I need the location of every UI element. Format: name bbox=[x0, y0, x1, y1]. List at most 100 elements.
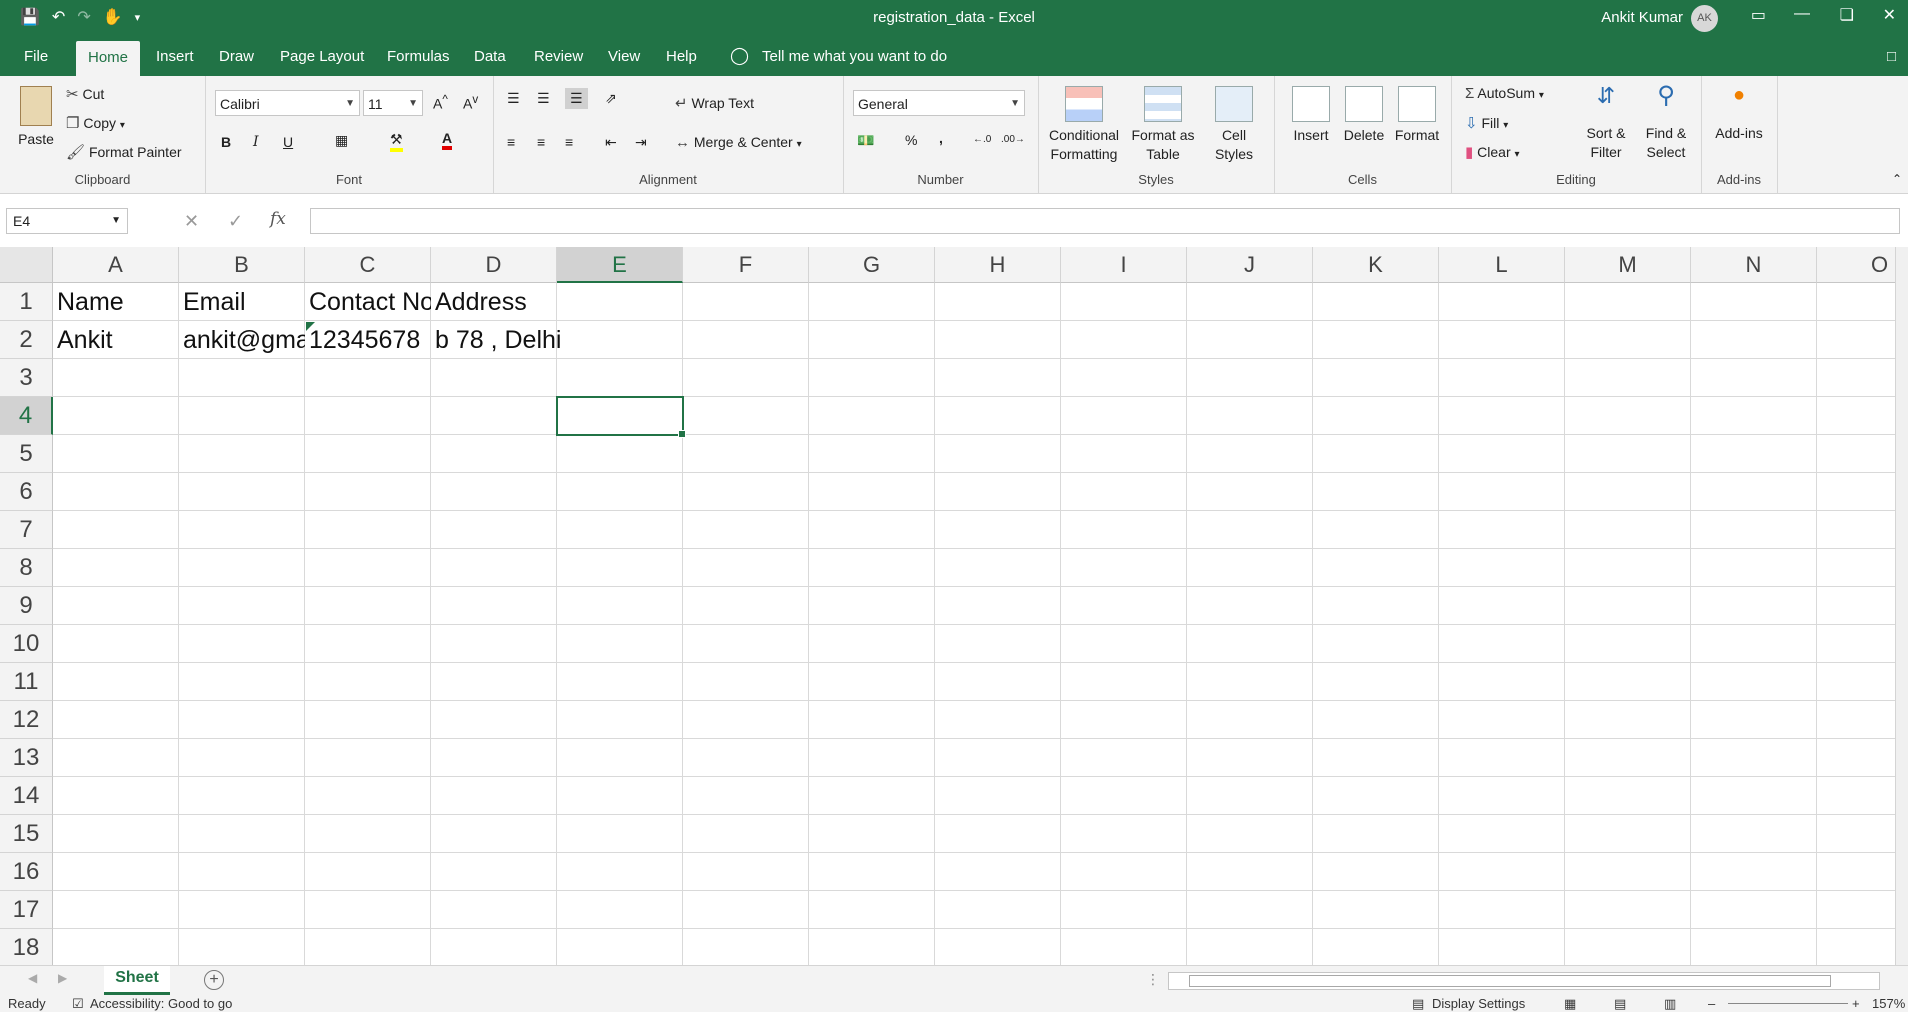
cell-d2[interactable]: b 78 , Delhi bbox=[431, 321, 809, 359]
cell-b2[interactable]: ankit@gmail.com bbox=[179, 321, 305, 359]
close-icon[interactable]: ✕ bbox=[1883, 5, 1896, 25]
column-header-f[interactable]: F bbox=[683, 247, 809, 283]
column-header-b[interactable]: B bbox=[179, 247, 305, 283]
increase-indent-icon[interactable]: ⇥ bbox=[635, 134, 647, 151]
column-header-n[interactable]: N bbox=[1691, 247, 1817, 283]
restore-icon[interactable]: ❏ bbox=[1840, 5, 1854, 25]
tab-file[interactable]: File bbox=[24, 48, 48, 65]
tab-view[interactable]: View bbox=[608, 48, 640, 65]
copy-button[interactable]: ❐ Copy ▾ bbox=[66, 114, 125, 132]
row-header-12[interactable]: 12 bbox=[0, 701, 53, 739]
column-header-g[interactable]: G bbox=[809, 247, 935, 283]
row-header-2[interactable]: 2 bbox=[0, 321, 53, 359]
vertical-scrollbar[interactable] bbox=[1895, 247, 1908, 965]
italic-button[interactable]: I bbox=[253, 134, 259, 150]
number-format-select[interactable]: General ▼ bbox=[853, 90, 1025, 116]
cancel-icon[interactable]: ✕ bbox=[184, 211, 199, 232]
next-sheet-icon[interactable]: ▶ bbox=[58, 971, 67, 985]
fill-handle[interactable] bbox=[678, 430, 686, 438]
orientation-icon[interactable]: ⇗ bbox=[605, 90, 617, 107]
select-all-corner[interactable] bbox=[0, 247, 53, 283]
addins-button[interactable]: ● Add-ins bbox=[1705, 85, 1773, 143]
clear-button[interactable]: ▮ Clear ▾ bbox=[1465, 143, 1520, 161]
tab-review[interactable]: Review bbox=[534, 48, 583, 65]
sort-filter-button[interactable]: ⇵ Sort & Filter bbox=[1579, 85, 1633, 162]
row-header-3[interactable]: 3 bbox=[0, 359, 53, 397]
zoom-in-icon[interactable]: + bbox=[1852, 996, 1860, 1011]
row-header-14[interactable]: 14 bbox=[0, 777, 53, 815]
column-header-d[interactable]: D bbox=[431, 247, 557, 283]
splitter-handle-icon[interactable]: ⋮ bbox=[1146, 971, 1160, 988]
name-box[interactable]: E4 ▼ bbox=[6, 208, 128, 234]
row-header-8[interactable]: 8 bbox=[0, 549, 53, 587]
delete-cells-button[interactable]: Delete bbox=[1338, 86, 1390, 145]
decrease-decimal-icon[interactable]: .00→ bbox=[1001, 134, 1025, 145]
top-align-icon[interactable]: ☰ bbox=[507, 90, 520, 107]
tab-home[interactable]: Home bbox=[76, 41, 141, 77]
prev-sheet-icon[interactable]: ◀ bbox=[28, 971, 37, 985]
row-header-17[interactable]: 17 bbox=[0, 891, 53, 929]
selected-cell[interactable] bbox=[556, 396, 686, 438]
cell-a1[interactable]: Name bbox=[53, 283, 179, 321]
increase-decimal-icon[interactable]: ←.0 bbox=[973, 134, 991, 145]
scroll-thumb[interactable] bbox=[1189, 975, 1831, 987]
middle-align-icon[interactable]: ☰ bbox=[537, 90, 550, 107]
cell-c2[interactable]: 12345678 bbox=[305, 321, 431, 359]
format-painter-button[interactable]: 🖌 Format Painter bbox=[66, 143, 182, 161]
zoom-level[interactable]: 157% bbox=[1872, 996, 1905, 1011]
comma-button[interactable]: , bbox=[939, 130, 943, 146]
comments-icon[interactable]: □ bbox=[1887, 48, 1896, 65]
spreadsheet-grid[interactable]: ABCDEFGHIJKLMNO 1 2 3 4 5 6 7 8 9 10 11 12 13 14 15 16 1… bbox=[0, 247, 1908, 965]
increase-font-icon[interactable]: A^ bbox=[433, 93, 448, 112]
formula-input[interactable] bbox=[310, 208, 1900, 234]
column-header-k[interactable]: K bbox=[1313, 247, 1439, 283]
tab-formulas[interactable]: Formulas bbox=[387, 48, 450, 65]
cut-button[interactable]: ✂ Cut bbox=[66, 85, 104, 103]
merge-center-button[interactable]: ↔ Merge & Center ▾ bbox=[675, 134, 802, 151]
column-header-i[interactable]: I bbox=[1061, 247, 1187, 283]
decrease-indent-icon[interactable]: ⇤ bbox=[605, 134, 617, 151]
align-right-icon[interactable]: ≡ bbox=[565, 134, 573, 150]
horizontal-scrollbar[interactable] bbox=[1168, 972, 1880, 990]
column-header-j[interactable]: J bbox=[1187, 247, 1313, 283]
row-header-10[interactable]: 10 bbox=[0, 625, 53, 663]
normal-view-icon[interactable]: ▦ bbox=[1564, 996, 1576, 1012]
font-size-select[interactable]: 11 ▼ bbox=[363, 90, 423, 116]
row-header-5[interactable]: 5 bbox=[0, 435, 53, 473]
fill-color-icon[interactable]: ⚒ bbox=[390, 131, 403, 152]
insert-function-button[interactable]: fx bbox=[270, 209, 286, 229]
tab-draw[interactable]: Draw bbox=[219, 48, 254, 65]
ribbon-display-options-icon[interactable]: ▭ bbox=[1751, 5, 1766, 25]
insert-cells-button[interactable]: Insert bbox=[1286, 86, 1336, 145]
percent-button[interactable]: % bbox=[905, 132, 917, 148]
row-header-16[interactable]: 16 bbox=[0, 853, 53, 891]
cell-area[interactable]: Name Email Contact No Address Ankit ankit@gma… bbox=[53, 283, 1908, 965]
column-header-m[interactable]: M bbox=[1565, 247, 1691, 283]
sheet-tab[interactable]: Sheet bbox=[104, 966, 170, 995]
column-header-a[interactable]: A bbox=[53, 247, 179, 283]
accessibility-status[interactable]: Accessibility: Good to go bbox=[90, 996, 232, 1011]
avatar[interactable]: AK bbox=[1691, 5, 1718, 32]
zoom-slider[interactable] bbox=[1728, 1003, 1848, 1004]
cell-a2[interactable]: Ankit bbox=[53, 321, 179, 359]
cell-d1[interactable]: Address bbox=[431, 283, 809, 321]
row-header-4[interactable]: 4 bbox=[0, 397, 53, 435]
tab-page-layout[interactable]: Page Layout bbox=[280, 48, 364, 65]
tab-data[interactable]: Data bbox=[474, 48, 506, 65]
page-break-view-icon[interactable]: ▥ bbox=[1664, 996, 1676, 1012]
row-header-11[interactable]: 11 bbox=[0, 663, 53, 701]
page-layout-view-icon[interactable]: ▤ bbox=[1614, 996, 1626, 1012]
format-as-table-button[interactable]: Format as Table bbox=[1128, 86, 1198, 164]
accounting-format-icon[interactable]: 💵 bbox=[857, 132, 874, 149]
format-cells-button[interactable]: Format bbox=[1390, 86, 1444, 145]
row-header-1[interactable]: 1 bbox=[0, 283, 53, 321]
row-header-13[interactable]: 13 bbox=[0, 739, 53, 777]
column-header-e[interactable]: E bbox=[557, 247, 683, 283]
autosum-button[interactable]: Σ AutoSum ▾ bbox=[1465, 85, 1544, 102]
add-sheet-icon[interactable]: + bbox=[204, 970, 224, 990]
bold-button[interactable]: B bbox=[221, 134, 231, 150]
underline-button[interactable]: U bbox=[283, 134, 293, 150]
tell-me-search[interactable]: Tell me what you want to do bbox=[762, 48, 947, 65]
row-header-7[interactable]: 7 bbox=[0, 511, 53, 549]
row-header-9[interactable]: 9 bbox=[0, 587, 53, 625]
